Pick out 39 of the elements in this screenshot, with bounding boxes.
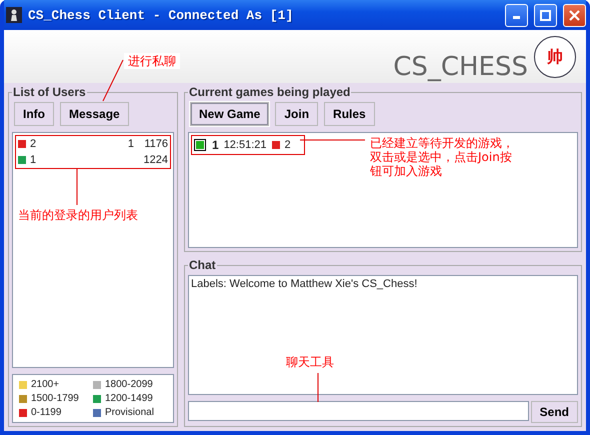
chat-message: Labels: Welcome to Matthew Xie's CS_Chess! xyxy=(191,278,418,290)
user-name: 2 xyxy=(30,138,38,150)
close-icon xyxy=(569,10,580,20)
close-button[interactable] xyxy=(563,4,586,26)
user-name: 1 xyxy=(30,154,38,166)
game-opponent: 2 xyxy=(284,139,291,151)
panel-title: Chat xyxy=(188,258,217,272)
panel-title: List of Users xyxy=(12,85,87,99)
user-games: 1 xyxy=(128,138,134,150)
panel-title: Current games being played xyxy=(188,85,352,99)
toolbar-button[interactable]: New Game xyxy=(190,102,270,126)
annotation-note: 已经建立等待开发的游戏， 双击或是选中，点击Join按 钮可加入游戏 xyxy=(370,136,514,178)
leader-line xyxy=(102,60,124,102)
legend-label: 2100+ xyxy=(31,379,60,390)
game-host: 1 xyxy=(212,138,219,152)
logo-badge: 帅 xyxy=(534,36,576,78)
window-title: CS_Chess Client - Connected As [1] xyxy=(28,8,294,22)
game-time: 12:51:21 xyxy=(224,139,267,151)
legend-label: Provisional xyxy=(105,407,154,418)
legend-label: 1800-2099 xyxy=(105,379,153,390)
user-rating: 1176 xyxy=(143,138,168,150)
toolbar-button[interactable]: Message xyxy=(60,102,129,126)
annotation-note: 当前的登录的用户列表 xyxy=(18,208,138,222)
toolbar-button[interactable]: Info xyxy=(14,102,54,126)
toolbar-button[interactable]: Join xyxy=(275,102,318,126)
legend-label: 1500-1799 xyxy=(31,393,79,404)
brand-title: CS_CHESS xyxy=(393,54,528,80)
maximize-icon xyxy=(540,10,551,20)
minimize-button[interactable] xyxy=(505,4,528,26)
message-input[interactable] xyxy=(188,401,529,421)
legend-label: 1200-1499 xyxy=(105,393,153,404)
annotation-note: 聊天工具 xyxy=(286,355,334,369)
send-button[interactable]: Send xyxy=(530,401,578,423)
user-rating: 1224 xyxy=(142,154,168,166)
annotation-note: 进行私聊 xyxy=(124,53,180,69)
toolbar-button[interactable]: Rules xyxy=(324,102,375,126)
maximize-button[interactable] xyxy=(534,4,557,26)
legend-label: 0-1199 xyxy=(31,407,62,418)
chess-piece-icon xyxy=(6,7,22,23)
